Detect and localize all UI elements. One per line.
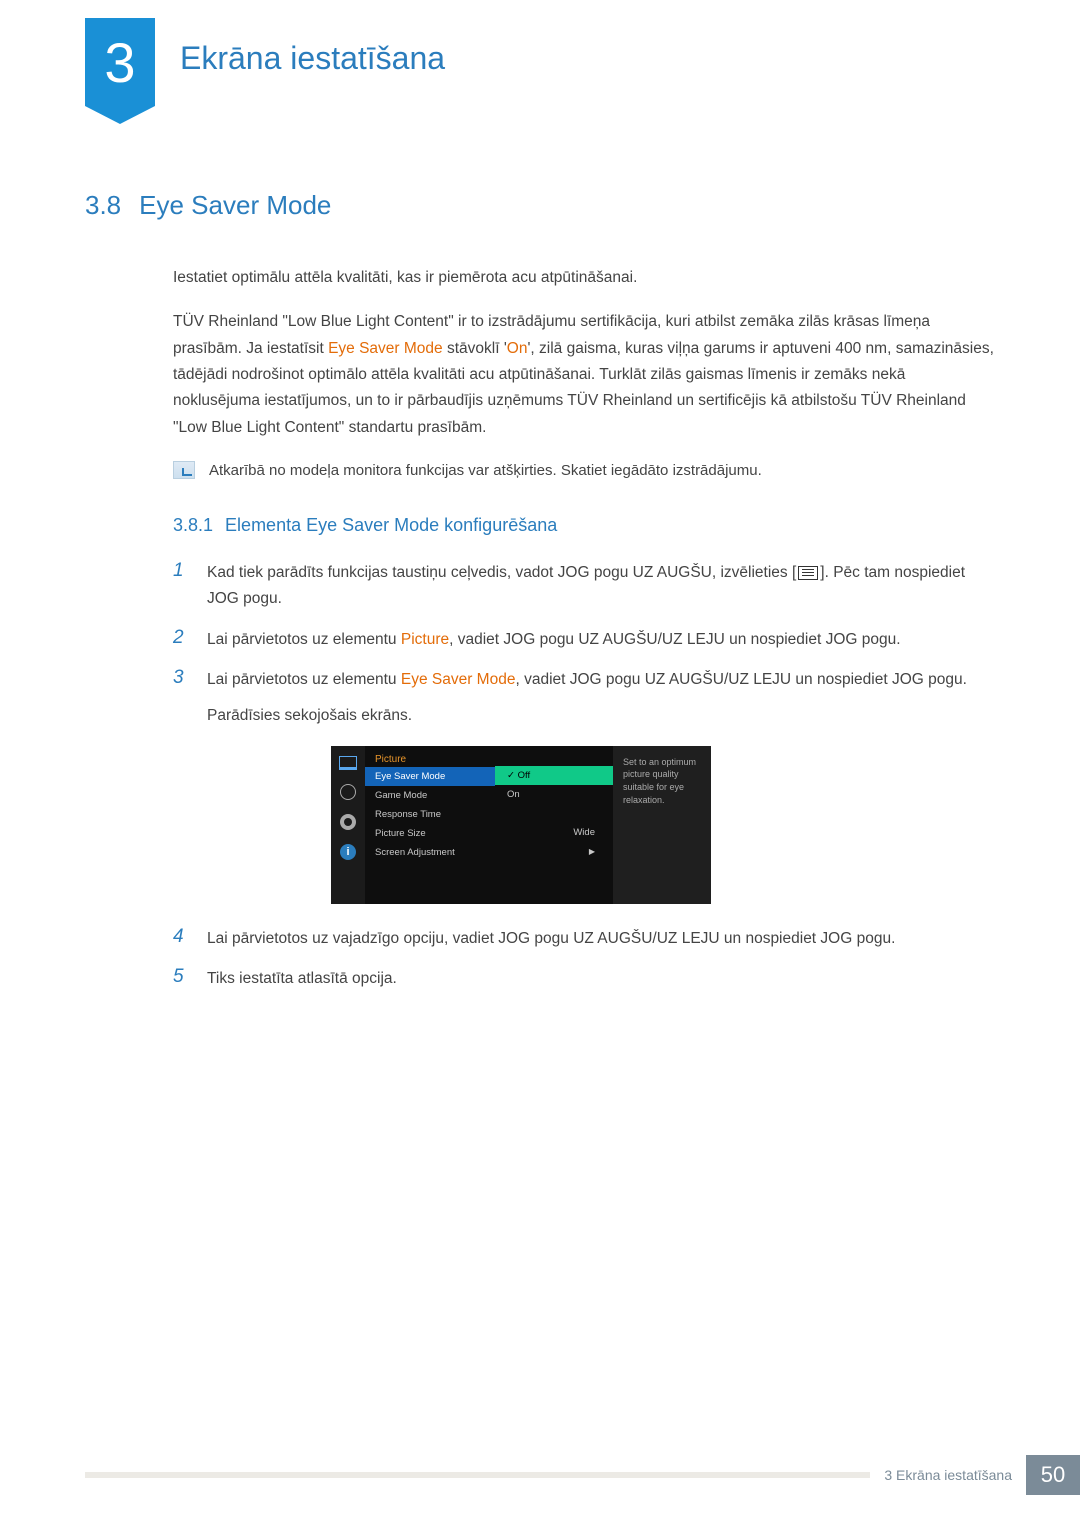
osd-item-response-time[interactable]: Response Time — [365, 805, 495, 824]
section-heading: 3.8 Eye Saver Mode — [85, 190, 995, 221]
chapter-number: 3 — [104, 30, 135, 95]
note-row: Atkarībā no modeļa monitora funkcijas va… — [85, 459, 995, 483]
step-2: 2 Lai pārvietotos uz elementu Picture, v… — [85, 627, 995, 653]
osd-item-picture-size[interactable]: Picture Size — [365, 824, 495, 843]
page-content: 3.8 Eye Saver Mode Iestatiet optimālu att… — [85, 190, 995, 1006]
settings-tab-icon[interactable] — [340, 814, 356, 830]
menu-icon — [798, 566, 818, 580]
osd-description: Set to an optimum picture quality suitab… — [613, 746, 711, 904]
subsection-number: 3.8.1 — [173, 515, 213, 535]
step-number: 3 — [173, 667, 191, 730]
osd-values-list: Off On Wide ▶ — [495, 746, 613, 904]
osd-value-off[interactable]: Off — [495, 766, 613, 785]
page-footer: 3 Ekrāna iestatīšana 50 — [85, 1457, 1080, 1493]
osd-value-on[interactable]: On — [495, 785, 613, 804]
osd-picture-size-value: Wide — [495, 823, 613, 842]
step-text: Kad tiek parādīts funkcijas taustiņu ceļ… — [207, 560, 995, 613]
subsection-heading: 3.8.1 Elementa Eye Saver Mode konfigurēša… — [85, 515, 995, 536]
osd-item-game-mode[interactable]: Game Mode — [365, 786, 495, 805]
highlight-picture: Picture — [401, 631, 449, 648]
step-number: 2 — [173, 627, 191, 653]
step-text: Lai pārvietotos uz elementu Eye Saver Mo… — [207, 667, 967, 730]
step-5: 5 Tiks iestatīta atlasītā opcija. — [85, 966, 995, 992]
note-text: Atkarībā no modeļa monitora funkcijas va… — [209, 459, 762, 483]
intro-paragraph: Iestatiet optimālu attēla kvalitāti, kas… — [85, 265, 995, 291]
picture-tab-icon[interactable] — [339, 756, 357, 770]
step-text: Lai pārvietotos uz elementu Picture, vad… — [207, 627, 901, 653]
description-paragraph: TÜV Rheinland "Low Blue Light Content" i… — [85, 309, 995, 441]
osd-sidebar: i — [331, 746, 365, 904]
osd-menu-list: Picture Eye Saver Mode Game Mode Respons… — [365, 746, 495, 904]
section-number: 3.8 — [85, 190, 121, 220]
step-1: 1 Kad tiek parādīts funkcijas taustiņu c… — [85, 560, 995, 613]
osd-item-eye-saver[interactable]: Eye Saver Mode — [365, 767, 495, 786]
footer-label: 3 Ekrāna iestatīšana — [870, 1467, 1026, 1483]
osd-panel: i Picture Eye Saver Mode Game Mode Respo… — [331, 746, 711, 904]
highlight-eye-saver-2: Eye Saver Mode — [401, 671, 516, 688]
section-title: Eye Saver Mode — [139, 190, 331, 220]
chapter-title: Ekrāna iestatīšana — [180, 40, 445, 77]
note-icon — [173, 461, 195, 479]
display-tab-icon[interactable] — [340, 784, 356, 800]
step-3: 3 Lai pārvietotos uz elementu Eye Saver … — [85, 667, 995, 730]
osd-menu-title: Picture — [365, 752, 495, 767]
osd-submenu-arrow-icon: ▶ — [495, 842, 613, 861]
step-text: Lai pārvietotos uz vajadzīgo opciju, vad… — [207, 926, 895, 952]
step-number: 1 — [173, 560, 191, 613]
info-tab-icon[interactable]: i — [340, 844, 356, 860]
osd-item-screen-adjustment[interactable]: Screen Adjustment — [365, 843, 495, 862]
step-4: 4 Lai pārvietotos uz vajadzīgo opciju, v… — [85, 926, 995, 952]
footer-bar — [85, 1472, 870, 1478]
highlight-eye-saver: Eye Saver Mode — [328, 340, 443, 357]
osd-screenshot: i Picture Eye Saver Mode Game Mode Respo… — [331, 746, 995, 904]
step-text: Tiks iestatīta atlasītā opcija. — [207, 966, 397, 992]
step-number: 5 — [173, 966, 191, 992]
step-number: 4 — [173, 926, 191, 952]
osd-main: Picture Eye Saver Mode Game Mode Respons… — [365, 746, 711, 904]
page-number: 50 — [1026, 1455, 1080, 1495]
highlight-on: On — [507, 340, 528, 357]
subsection-title: Elementa Eye Saver Mode konfigurēšana — [225, 515, 557, 535]
chapter-badge: 3 — [85, 18, 155, 106]
